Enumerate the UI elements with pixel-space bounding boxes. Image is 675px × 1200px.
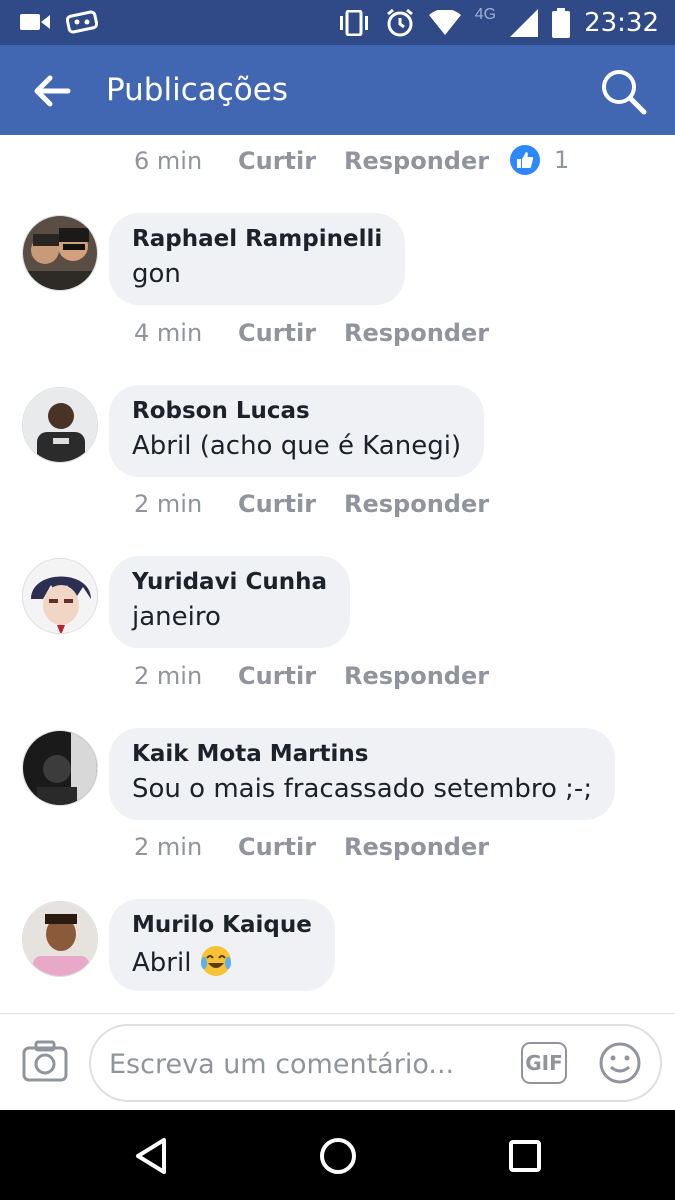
comment-time: 6 min (134, 147, 203, 175)
video-camera-icon (20, 12, 50, 32)
comment-time: 4 min (134, 319, 203, 347)
comment-bubble[interactable]: Raphael Rampinelli gon (109, 213, 406, 305)
reply-button[interactable]: Responder (344, 319, 489, 347)
battery-icon (552, 8, 571, 38)
like-button[interactable]: Curtir (238, 319, 316, 347)
cell-signal-icon (510, 9, 539, 37)
reaction-count: 1 (554, 146, 570, 174)
avatar[interactable] (22, 558, 98, 634)
comment-meta-partial (0, 1003, 675, 1013)
wifi-icon (428, 10, 461, 36)
reply-button[interactable]: Responder (344, 490, 489, 518)
thumbs-up-icon (510, 145, 540, 175)
comment-author[interactable]: Robson Lucas (132, 398, 461, 424)
reaction-summary[interactable]: 1 (510, 145, 569, 175)
comment-meta: 6 min Curtir Responder 1 (0, 145, 675, 187)
comment-meta: 2 min Curtir Responder (0, 490, 675, 530)
comment-meta: 2 min Curtir Responder (0, 833, 675, 873)
home-circle-icon[interactable] (316, 1134, 360, 1178)
system-nav-bar (0, 1110, 675, 1200)
comments-list: 6 min Curtir Responder 1 Raphael Rampine… (0, 135, 675, 1013)
avatar[interactable] (22, 387, 98, 463)
laughing-tears-emoji-icon (200, 945, 232, 977)
search-icon[interactable] (599, 67, 649, 117)
vibrate-icon (337, 10, 371, 36)
game-controller-icon (66, 10, 98, 34)
comment-meta: 2 min Curtir Responder (0, 662, 675, 702)
comment-item: Robson Lucas Abril (acho que é Kanegi) (0, 385, 675, 479)
comment-text: Sou o mais fracassado setembro ;-; (132, 774, 593, 804)
comment-item: Raphael Rampinelli gon (0, 213, 675, 307)
recent-apps-icon[interactable] (503, 1134, 547, 1178)
smiley-icon[interactable] (599, 1042, 641, 1084)
comment-time: 2 min (134, 662, 203, 690)
comment-text: gon (132, 259, 181, 289)
like-button[interactable]: Curtir (238, 490, 316, 518)
comment-time: 2 min (134, 833, 203, 861)
comment-item: Yuridavi Cunha janeiro (0, 556, 675, 650)
reply-button[interactable]: Responder (344, 662, 489, 690)
reply-button[interactable]: Responder (344, 147, 489, 175)
comment-text: Abril (acho que é Kanegi) (132, 431, 462, 461)
comment-time: 2 min (134, 490, 203, 518)
comment-text: Abril (132, 948, 192, 978)
like-button[interactable]: Curtir (238, 833, 316, 861)
avatar[interactable] (22, 901, 98, 977)
comment-item: Kaik Mota Martins Sou o mais fracassado … (0, 728, 675, 822)
comment-bubble[interactable]: Murilo Kaique Abril (109, 899, 335, 991)
back-arrow-icon[interactable] (30, 71, 74, 111)
comment-author[interactable]: Kaik Mota Martins (132, 741, 592, 767)
camera-icon[interactable] (22, 1040, 68, 1082)
avatar[interactable] (22, 730, 98, 806)
comment-author[interactable]: Yuridavi Cunha (132, 569, 327, 595)
page-title: Publicações (106, 72, 288, 108)
comment-bubble[interactable]: Kaik Mota Martins Sou o mais fracassado … (109, 728, 616, 820)
comment-text-row: Abril (132, 945, 312, 978)
comment-author[interactable]: Murilo Kaique (132, 912, 312, 938)
comment-item: Murilo Kaique Abril (0, 899, 675, 993)
comment-bubble[interactable]: Yuridavi Cunha janeiro (109, 556, 350, 648)
comment-input[interactable] (109, 1045, 509, 1083)
comment-meta: 4 min Curtir Responder (0, 319, 675, 359)
status-bar: 4G 23:32 (0, 0, 675, 45)
like-button[interactable]: Curtir (238, 147, 316, 175)
back-triangle-icon[interactable] (130, 1134, 174, 1178)
comment-input-container[interactable]: GIF (89, 1024, 662, 1102)
app-bar: Publicações (0, 45, 675, 135)
like-button[interactable]: Curtir (238, 662, 316, 690)
alarm-icon (385, 8, 415, 38)
gif-button[interactable]: GIF (521, 1042, 567, 1084)
comment-bubble[interactable]: Robson Lucas Abril (acho que é Kanegi) (109, 385, 485, 477)
comment-author[interactable]: Raphael Rampinelli (132, 226, 382, 252)
comment-text: janeiro (132, 602, 221, 632)
clock: 23:32 (584, 8, 659, 38)
network-type: 4G (474, 6, 497, 23)
reply-button[interactable]: Responder (344, 833, 489, 861)
avatar[interactable] (22, 215, 98, 291)
comment-composer: GIF (0, 1013, 675, 1110)
